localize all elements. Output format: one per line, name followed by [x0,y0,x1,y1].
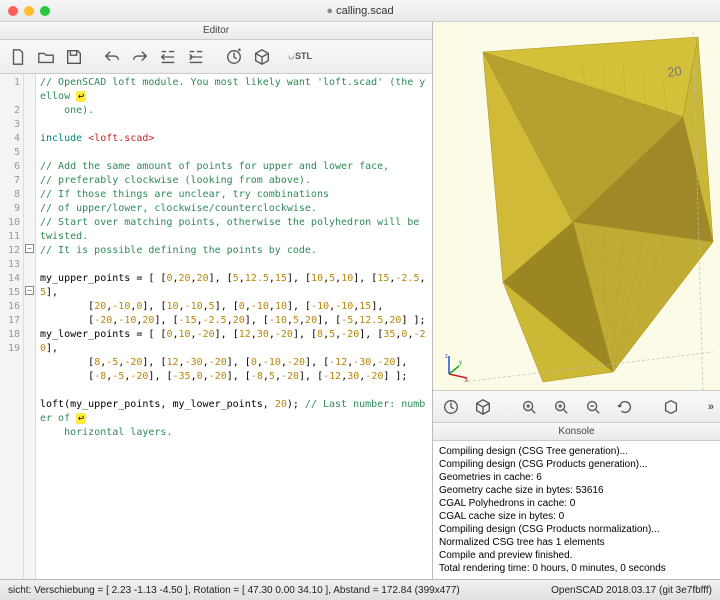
main-split: Editor STL 1 234567891011121314151617181… [0,22,720,579]
zoom-in-button[interactable] [549,395,573,419]
more-icon[interactable]: » [708,401,714,413]
save-file-button[interactable] [62,45,86,69]
redo-button[interactable] [128,45,152,69]
editor-pane: Editor STL 1 234567891011121314151617181… [0,22,433,579]
indent-button[interactable] [184,45,208,69]
status-right: OpenSCAD 2018.03.17 (git 3e7fbfff) [551,585,712,596]
console-panel: Konsole Compiling design (CSG Tree gener… [433,423,720,579]
unindent-button[interactable] [156,45,180,69]
console-title: Konsole [433,423,720,441]
3d-viewport[interactable]: 20 z x y [433,22,720,390]
reset-view-button[interactable] [613,395,637,419]
fold-toggle[interactable]: − [25,244,34,253]
minimize-window-button[interactable] [24,6,34,16]
fold-toggle[interactable]: − [25,286,34,295]
axis-label: 20 [666,63,682,80]
right-pane: 20 z x y » Konsole Compilin [433,22,720,579]
render-button[interactable] [250,45,274,69]
zoom-out-button[interactable] [581,395,605,419]
view-toolbar: » [433,390,720,423]
export-stl-button[interactable]: STL [288,45,312,69]
view-preview-button[interactable] [439,395,463,419]
line-gutter: 1 2345678910111213141516171819 [0,74,24,579]
close-window-button[interactable] [8,6,18,16]
console-output[interactable]: Compiling design (CSG Tree generation)..… [433,441,720,579]
window-title: calling.scad [326,5,393,17]
view-render-button[interactable] [471,395,495,419]
maximize-window-button[interactable] [40,6,50,16]
editor-toolbar: STL [0,40,432,74]
undo-button[interactable] [100,45,124,69]
svg-text:y: y [459,360,462,366]
new-file-button[interactable] [6,45,30,69]
svg-text:x: x [465,378,468,382]
statusbar: sicht: Verschiebung = [ 2.23 -1.13 -4.50… [0,579,720,600]
titlebar: calling.scad [0,0,720,22]
view-cube-button[interactable] [659,395,683,419]
axis-gizmo: z x y [441,352,471,382]
fold-gutter: −− [24,74,36,579]
code-area[interactable]: // OpenSCAD loft module. You most likely… [36,74,432,579]
editor-panel-title: Editor [0,22,432,40]
preview-button[interactable] [222,45,246,69]
open-file-button[interactable] [34,45,58,69]
zoom-fit-button[interactable] [517,395,541,419]
status-left: sicht: Verschiebung = [ 2.23 -1.13 -4.50… [8,585,460,596]
code-editor[interactable]: 1 2345678910111213141516171819 −− // Ope… [0,74,432,579]
svg-text:z: z [445,354,448,360]
